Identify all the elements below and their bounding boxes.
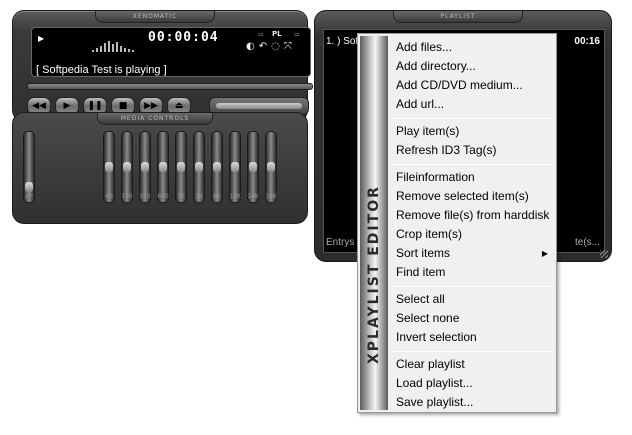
playlist-row-time: 00:16 bbox=[574, 36, 600, 47]
playlist-context-menu: XPLAYLIST EDITOR Add files... Add direct… bbox=[357, 33, 557, 413]
mini-led-icon: ▭ bbox=[258, 31, 264, 38]
stop-icon: ■ bbox=[118, 101, 128, 111]
menu-item-remove-from-disk[interactable]: Remove file(s) from harddisk bbox=[396, 206, 554, 225]
eq-band-label: 3K bbox=[195, 193, 203, 200]
menu-item-add-url[interactable]: Add url... bbox=[396, 95, 554, 114]
shuffle-icon[interactable]: ◌ bbox=[271, 41, 284, 52]
menu-item-invert-selection[interactable]: Invert selection bbox=[396, 328, 554, 347]
eq-band-label: 310 bbox=[139, 193, 151, 200]
fullscreen-icon[interactable]: ⤧ bbox=[284, 41, 296, 52]
pause-icon: ❚❚ bbox=[87, 101, 103, 111]
menu-item-select-none[interactable]: Select none bbox=[396, 309, 554, 328]
resize-grip-icon[interactable] bbox=[600, 250, 608, 258]
menu-item-select-all[interactable]: Select all bbox=[396, 290, 554, 309]
menu-item-refresh-id3[interactable]: Refresh ID3 Tag(s) bbox=[396, 141, 554, 160]
equalizer-window: MEDIA CONTROLS EP 60 170 310 600 1K 3K 6… bbox=[12, 112, 308, 224]
menu-item-crop-items[interactable]: Crop item(s) bbox=[396, 225, 554, 244]
menu-item-play-items[interactable]: Play item(s) bbox=[396, 122, 554, 141]
player-title: XENOMATIC bbox=[95, 11, 215, 23]
eq-band-label: 60 bbox=[105, 193, 113, 200]
menu-separator bbox=[390, 118, 554, 119]
eq-band-label: 170 bbox=[121, 193, 133, 200]
menu-item-sort-items[interactable]: Sort items ▶ bbox=[396, 244, 554, 263]
menu-item-load-playlist[interactable]: Load playlist... bbox=[396, 374, 554, 393]
eq-band-label: 12K bbox=[229, 193, 241, 200]
menu-item-sort-items-label: Sort items bbox=[396, 246, 451, 260]
menu-item-find-item[interactable]: Find item bbox=[396, 263, 554, 282]
eq-band-label: 14K bbox=[247, 193, 259, 200]
player-display: ▶ 00:00:04 PL ▭ ▭ ◐↶◌⤧ [ Softpedia Test … bbox=[31, 27, 311, 77]
next-icon: ▶▶ bbox=[144, 101, 158, 111]
spectrum-visualizer bbox=[92, 40, 152, 52]
menu-item-add-cd-dvd[interactable]: Add CD/DVD medium... bbox=[396, 76, 554, 95]
menu-side-banner-text: XPLAYLIST EDITOR bbox=[366, 185, 382, 364]
equalizer-title: MEDIA CONTROLS bbox=[97, 113, 213, 125]
repeat-icon[interactable]: ↶ bbox=[259, 41, 271, 52]
eject-icon: ⏏ bbox=[174, 101, 184, 111]
preamp-label: EP bbox=[25, 193, 33, 200]
playlist-footer-left: Entrys bbox=[326, 237, 355, 248]
menu-item-remove-selected[interactable]: Remove selected item(s) bbox=[396, 187, 554, 206]
menu-item-add-files[interactable]: Add files... bbox=[396, 38, 554, 57]
player-window: XENOMATIC ▶ 00:00:04 PL ▭ ▭ ◐↶◌⤧ [ Softp… bbox=[12, 10, 313, 122]
eq-band-label: 6K bbox=[213, 193, 221, 200]
submenu-arrow-icon: ▶ bbox=[541, 249, 548, 258]
menu-separator bbox=[390, 286, 554, 287]
menu-side-banner: XPLAYLIST EDITOR bbox=[360, 36, 388, 410]
volume-knob[interactable] bbox=[216, 103, 302, 109]
playlist-footer-right: te(s... bbox=[574, 237, 600, 248]
menu-item-save-playlist[interactable]: Save playlist... bbox=[396, 393, 554, 412]
playlist-toggle[interactable]: PL bbox=[272, 30, 282, 38]
menu-item-clear-playlist[interactable]: Clear playlist bbox=[396, 355, 554, 374]
playlist-title: PLAYLIST bbox=[393, 11, 523, 23]
play-indicator-icon: ▶ bbox=[38, 34, 45, 43]
display-controls[interactable]: ◐↶◌⤧ bbox=[246, 41, 296, 52]
seek-bar[interactable] bbox=[27, 83, 313, 90]
eq-band-label: 600 bbox=[157, 193, 169, 200]
now-playing-text: [ Softpedia Test is playing ] bbox=[36, 64, 167, 76]
menu-item-fileinformation[interactable]: Fileinformation bbox=[396, 168, 554, 187]
eq-band-label: 1K bbox=[177, 193, 185, 200]
mini-led-icon: ▭ bbox=[294, 31, 300, 38]
eq-band-label: 16K bbox=[265, 193, 277, 200]
menu-item-add-directory[interactable]: Add directory... bbox=[396, 57, 554, 76]
elapsed-time: 00:00:04 bbox=[148, 30, 219, 45]
previous-icon: ◀◀ bbox=[32, 101, 46, 111]
stereo-icon[interactable]: ◐ bbox=[246, 41, 259, 52]
menu-separator bbox=[390, 164, 554, 165]
menu-separator bbox=[390, 351, 554, 352]
play-icon: ▶ bbox=[63, 101, 71, 111]
